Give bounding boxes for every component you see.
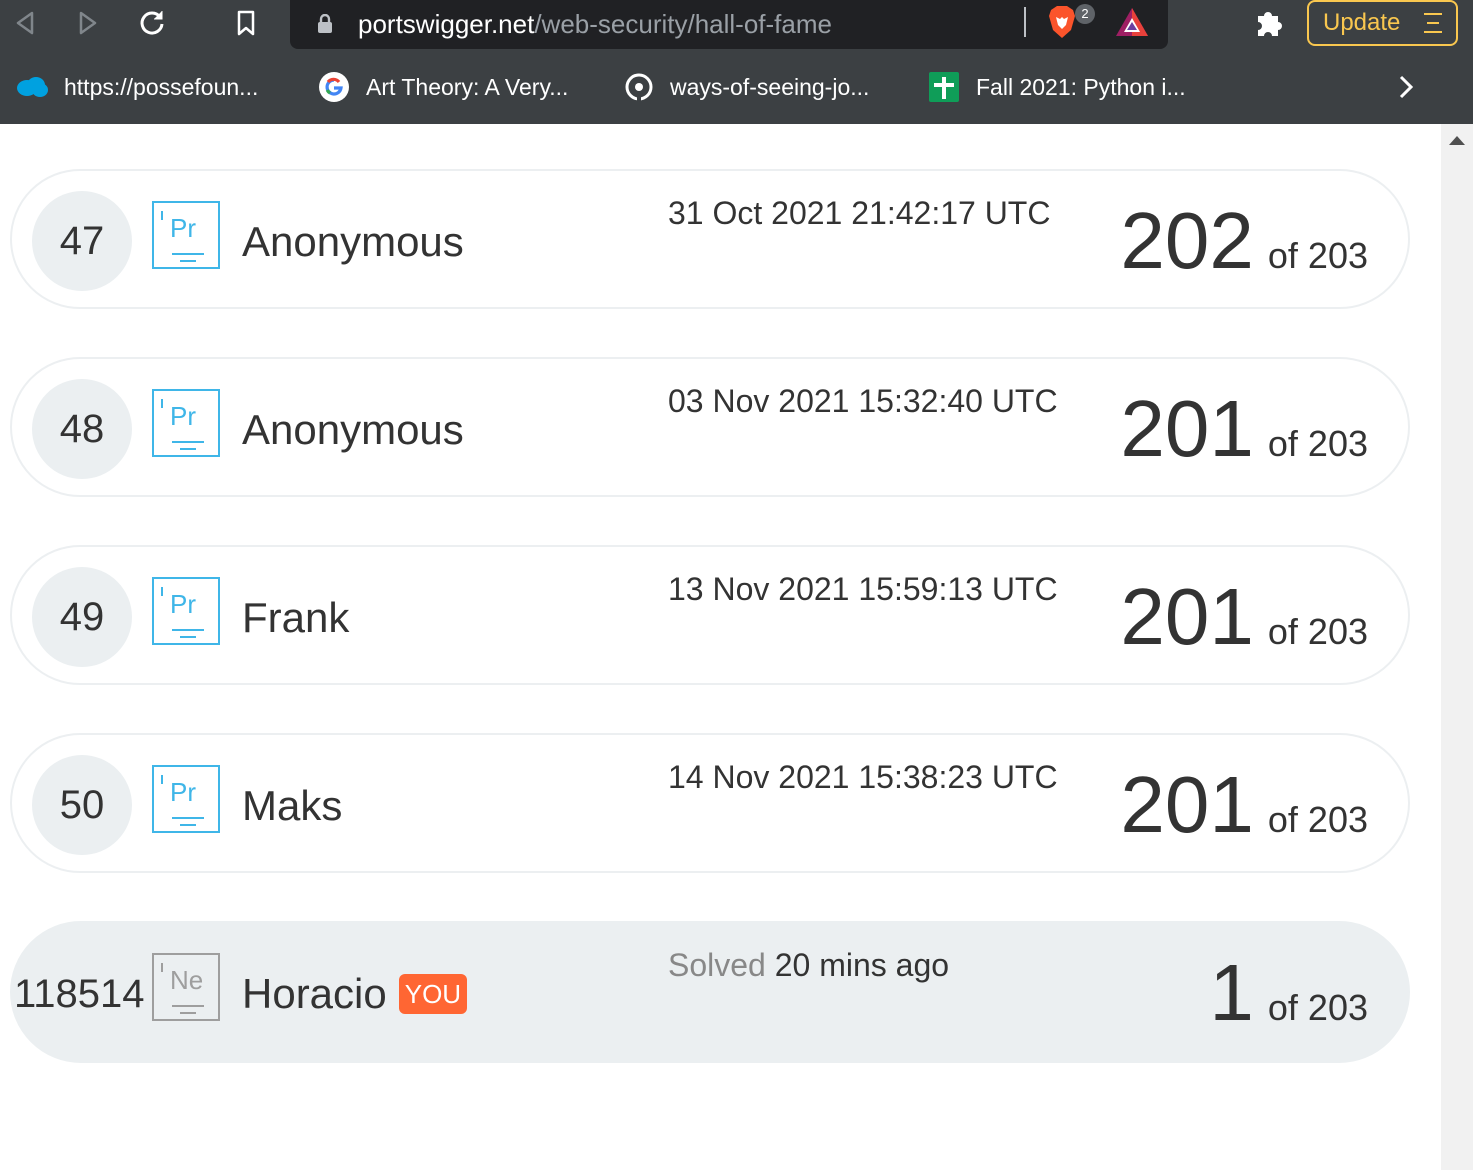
- level-element-icon: Pr: [152, 389, 220, 457]
- scroll-up-arrow-icon[interactable]: [1449, 136, 1465, 145]
- forward-icon[interactable]: [71, 6, 105, 40]
- address-bar-divider: [1024, 7, 1026, 37]
- labs-total: of 203: [1267, 423, 1368, 464]
- rank-badge: 50: [32, 755, 132, 855]
- rank-badge: 47: [32, 191, 132, 291]
- user-name: Anonymous: [242, 218, 464, 265]
- brave-shields-icon[interactable]: [1047, 4, 1077, 45]
- lock-icon[interactable]: [316, 13, 334, 39]
- rank-number: 118514: [14, 972, 145, 1016]
- solved-ago: 20 mins ago: [774, 947, 950, 983]
- user-name: Horacio: [242, 970, 387, 1017]
- level-element-icon: Pr: [152, 765, 220, 833]
- element-symbol: Pr: [170, 213, 196, 243]
- back-icon[interactable]: [8, 6, 42, 40]
- extensions-puzzle-icon[interactable]: [1252, 6, 1286, 45]
- labs-solved: 202: [1120, 196, 1254, 285]
- leaderboard-row: 47 Pr Anonymous 31 Oct 2021 21:42:17 UTC…: [10, 169, 1410, 309]
- you-badge: YOU: [398, 974, 468, 1014]
- rank-badge: 49: [32, 567, 132, 667]
- user-name-row: Horacio YOU: [242, 967, 468, 1021]
- google-sheets-icon: [929, 72, 959, 102]
- url-path: /web-security/hall-of-fame: [534, 9, 832, 39]
- salesforce-cloud-icon: [17, 77, 48, 97]
- chevron-right-icon[interactable]: [1392, 72, 1420, 107]
- bookmark-art-theory[interactable]: Art Theory: A Very...: [318, 72, 568, 102]
- leaderboard-row: 49 Pr Frank 13 Nov 2021 15:59:13 UTC 201…: [10, 545, 1410, 685]
- rank-badge: 48: [32, 379, 132, 479]
- bookmark-label: https://possefoun...: [64, 73, 259, 100]
- labs-total: of 203: [1267, 235, 1368, 276]
- element-symbol: Pr: [170, 589, 196, 619]
- completion-timestamp: 14 Nov 2021 15:38:23 UTC: [668, 759, 1058, 795]
- update-button-label: Update: [1323, 9, 1401, 36]
- user-name: Frank: [242, 594, 350, 641]
- labs-total: of 203: [1267, 611, 1368, 652]
- reload-icon[interactable]: [135, 6, 169, 40]
- bookmark-possefoundation[interactable]: https://possefoun...: [16, 72, 258, 102]
- labs-solved: 201: [1120, 384, 1254, 473]
- bookmark-label: Fall 2021: Python i...: [976, 73, 1186, 100]
- menu-icon: [1424, 13, 1442, 40]
- labs-total: of 203: [1267, 799, 1368, 840]
- brave-rewards-icon[interactable]: [1114, 6, 1150, 43]
- url-host: portswigger.net: [358, 9, 535, 39]
- element-symbol: Ne: [170, 965, 204, 995]
- address-bar[interactable]: portswigger.net/web-security/hall-of-fam…: [290, 0, 1168, 49]
- url-text[interactable]: portswigger.net/web-security/hall-of-fam…: [358, 9, 832, 39]
- score: 201 of 203: [1120, 387, 1368, 471]
- browser-chrome: portswigger.net/web-security/hall-of-fam…: [0, 0, 1473, 124]
- labs-solved: 1: [1209, 948, 1254, 1037]
- level-element-icon: Pr: [152, 577, 220, 645]
- vertical-scrollbar[interactable]: [1441, 124, 1473, 1170]
- labs-total: of 203: [1267, 987, 1368, 1028]
- bookmark-ways-of-seeing[interactable]: ways-of-seeing-jo...: [624, 72, 869, 102]
- score: 201 of 203: [1120, 575, 1368, 659]
- leaderboard-row: 50 Pr Maks 14 Nov 2021 15:38:23 UTC 201 …: [10, 733, 1410, 873]
- level-element-icon: Ne: [152, 953, 220, 1021]
- score: 1 of 203: [1209, 951, 1368, 1035]
- level-element-icon: Pr: [152, 201, 220, 269]
- score: 201 of 203: [1120, 763, 1368, 847]
- google-icon: [319, 72, 349, 102]
- bookmark-label: Art Theory: A Very...: [366, 73, 569, 100]
- bookmark-fall-2021-python[interactable]: Fall 2021: Python i...: [928, 72, 1186, 102]
- brave-shields-count: 2: [1075, 4, 1095, 24]
- completion-timestamp: 13 Nov 2021 15:59:13 UTC: [668, 571, 1058, 607]
- solved-time: Solved 20 mins ago: [668, 945, 949, 985]
- completion-timestamp: 03 Nov 2021 15:32:40 UTC: [668, 383, 1058, 419]
- element-symbol: Pr: [170, 777, 196, 807]
- update-button[interactable]: Update: [1307, 0, 1458, 46]
- github-icon: [625, 73, 653, 101]
- score: 202 of 203: [1120, 199, 1368, 283]
- bookmark-page-icon[interactable]: [229, 6, 263, 40]
- solved-prefix: Solved: [668, 947, 766, 983]
- labs-solved: 201: [1120, 760, 1254, 849]
- current-user-row: 118514 Ne Horacio YOU Solved 20 mins ago…: [10, 921, 1410, 1063]
- labs-solved: 201: [1120, 572, 1254, 661]
- bookmarks-bar: https://possefoun... Art Theory: A Very.…: [0, 62, 1473, 112]
- user-name: Maks: [242, 782, 343, 829]
- element-symbol: Pr: [170, 401, 196, 431]
- user-name: Anonymous: [242, 406, 464, 453]
- completion-timestamp: 31 Oct 2021 21:42:17 UTC: [668, 195, 1051, 231]
- leaderboard-row: 48 Pr Anonymous 03 Nov 2021 15:32:40 UTC…: [10, 357, 1410, 497]
- bookmark-label: ways-of-seeing-jo...: [670, 73, 870, 100]
